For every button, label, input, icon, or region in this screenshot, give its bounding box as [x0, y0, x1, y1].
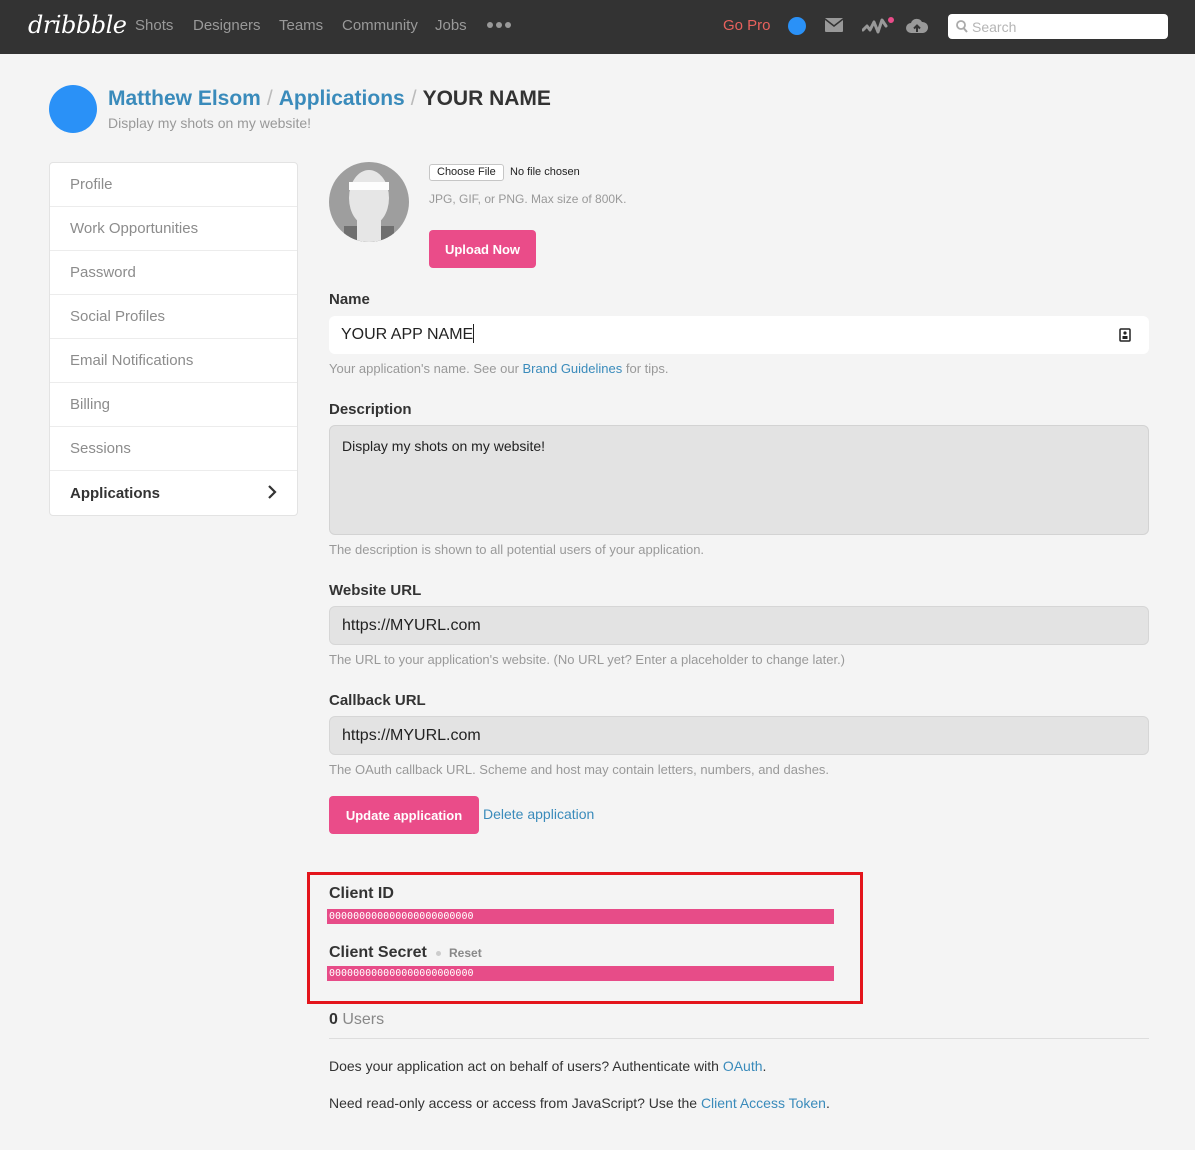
search-box[interactable] — [948, 14, 1168, 39]
help-text: for tips. — [622, 361, 669, 376]
divider — [329, 1038, 1149, 1039]
app-avatar — [49, 85, 97, 133]
name-label: Name — [329, 291, 370, 308]
users-label: Users — [337, 1011, 385, 1028]
info-text: Does your application act on behalf of u… — [329, 1058, 723, 1074]
settings-sidebar: Profile Work Opportunities Password Soci… — [49, 162, 298, 516]
search-icon — [956, 20, 968, 33]
breadcrumb-user[interactable]: Matthew Elsom — [108, 87, 261, 110]
description-help: The description is shown to all potentia… — [329, 542, 705, 557]
nav-teams[interactable]: Teams — [279, 17, 323, 34]
default-avatar-image — [329, 162, 409, 242]
user-avatar[interactable] — [788, 17, 806, 35]
client-id-value[interactable]: 000000000000000000000000 — [327, 909, 834, 924]
sidebar-item-billing[interactable]: Billing — [50, 383, 297, 427]
callback-url-help: The OAuth callback URL. Scheme and host … — [329, 762, 830, 777]
sidebar-item-label: Billing — [70, 396, 111, 413]
client-access-token-link[interactable]: Client Access Token — [701, 1095, 826, 1111]
sidebar-item-label: Applications — [70, 484, 161, 502]
client-id-label: Client ID — [329, 885, 394, 902]
description-textarea[interactable]: Display my shots on my website! — [329, 425, 1149, 535]
name-value: YOUR APP NAME — [341, 326, 474, 343]
sidebar-item-sessions[interactable]: Sessions — [50, 427, 297, 471]
sidebar-item-label: Work Opportunities — [70, 220, 199, 237]
notification-dot — [888, 17, 894, 23]
nav-designers[interactable]: Designers — [193, 17, 261, 34]
mail-icon[interactable] — [825, 18, 843, 32]
breadcrumb-separator: / — [410, 87, 417, 110]
breadcrumb-separator: / — [266, 87, 273, 110]
page-subtitle: Display my shots on my website! — [108, 115, 312, 131]
description-label: Description — [329, 401, 412, 418]
go-pro-link[interactable]: Go Pro — [723, 17, 771, 34]
website-url-help: The URL to your application's website. (… — [329, 652, 846, 667]
nav-jobs[interactable]: Jobs — [435, 17, 467, 34]
file-status: No file chosen — [510, 166, 580, 178]
sidebar-item-label: Social Profiles — [70, 308, 166, 325]
update-application-button[interactable]: Update application — [329, 796, 479, 834]
brand-guidelines-link[interactable]: Brand Guidelines — [523, 361, 623, 376]
token-info: Need read-only access or access from Jav… — [329, 1095, 830, 1111]
sidebar-item-label: Sessions — [70, 440, 131, 457]
oauth-info: Does your application act on behalf of u… — [329, 1058, 766, 1074]
info-text: Need read-only access or access from Jav… — [329, 1095, 701, 1111]
help-text: Your application's name. See our — [329, 361, 523, 376]
reset-secret-link[interactable]: Reset — [449, 946, 482, 960]
client-secret-value[interactable]: 000000000000000000000000 — [327, 966, 834, 981]
search-input[interactable] — [972, 17, 1162, 36]
delete-application-link[interactable]: Delete application — [483, 806, 594, 822]
website-url-label: Website URL — [329, 582, 422, 599]
sidebar-item-profile[interactable]: Profile — [50, 163, 297, 207]
breadcrumb-applications[interactable]: Applications — [279, 87, 405, 110]
dribbble-logo[interactable]: dribbble — [28, 11, 127, 39]
callback-url-label: Callback URL — [329, 692, 426, 709]
name-input[interactable]: YOUR APP NAME — [329, 316, 1149, 354]
top-nav: dribbble Shots Designers Teams Community… — [0, 0, 1195, 54]
oauth-link[interactable]: OAuth — [723, 1058, 763, 1074]
website-url-input[interactable]: https://MYURL.com — [329, 606, 1149, 645]
sidebar-item-email-notifications[interactable]: Email Notifications — [50, 339, 297, 383]
upload-cloud-icon[interactable] — [906, 17, 928, 35]
users-count: 0 Users — [329, 1011, 384, 1029]
sidebar-item-social-profiles[interactable]: Social Profiles — [50, 295, 297, 339]
callback-url-input[interactable]: https://MYURL.com — [329, 716, 1149, 755]
sidebar-item-label: Password — [70, 264, 136, 281]
file-hint: JPG, GIF, or PNG. Max size of 800K. — [429, 192, 627, 206]
chevron-right-icon — [268, 485, 277, 499]
sidebar-item-applications[interactable]: Applications — [50, 471, 297, 515]
sidebar-item-password[interactable]: Password — [50, 251, 297, 295]
info-text: . — [825, 1095, 830, 1111]
choose-file-button[interactable]: Choose File — [429, 164, 504, 181]
nav-community[interactable]: Community — [342, 17, 418, 34]
name-help: Your application's name. See our Brand G… — [329, 361, 669, 376]
upload-now-button[interactable]: Upload Now — [429, 230, 536, 268]
separator-dot — [436, 951, 441, 956]
nav-shots[interactable]: Shots — [135, 17, 173, 34]
contact-card-icon[interactable] — [1119, 328, 1131, 342]
client-secret-label: Client Secret — [329, 944, 427, 961]
breadcrumb-current: YOUR NAME — [422, 87, 551, 110]
sidebar-item-label: Profile — [70, 176, 113, 193]
ellipsis-icon[interactable] — [487, 22, 511, 28]
sidebar-item-label: Email Notifications — [70, 352, 194, 369]
sidebar-item-work-opportunities[interactable]: Work Opportunities — [50, 207, 297, 251]
activity-icon[interactable] — [862, 17, 888, 35]
users-number: 0 — [329, 1011, 338, 1028]
text-caret — [473, 323, 475, 343]
info-text: . — [762, 1058, 767, 1074]
breadcrumb: Matthew Elsom / Applications / YOUR NAME — [108, 87, 551, 111]
